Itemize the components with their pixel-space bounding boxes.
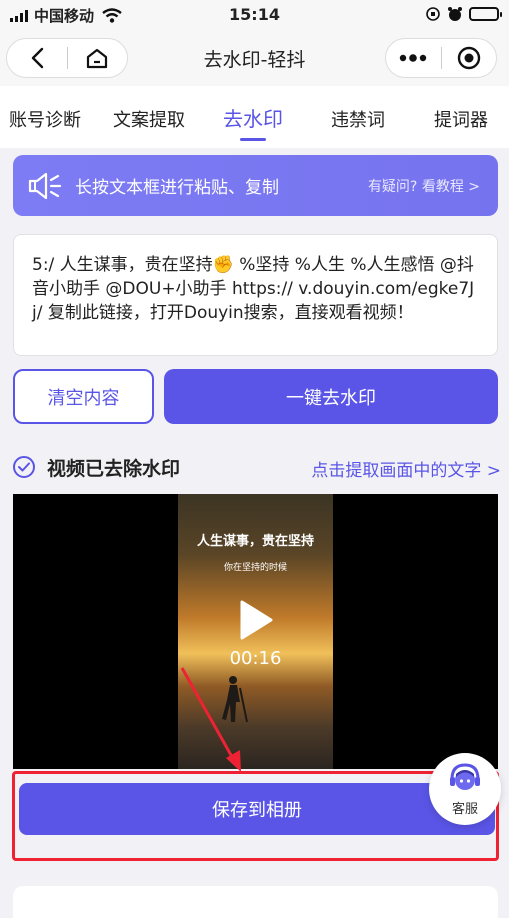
video-caption: 人生谋事，贵在坚持 [196,534,314,549]
tab-banned-words[interactable]: 违禁词 [331,106,385,132]
nav-capsule-right [385,38,497,78]
more-button[interactable] [386,39,441,77]
support-agent-icon [450,762,480,790]
megaphone-icon [28,172,62,199]
target-circle-icon [457,46,480,70]
result-header: 视频已去除水印 点击提取画面中的文字 > [13,450,501,484]
video-player[interactable]: 人生谋事，贵在坚持 你在坚持的时候 00:16 [13,494,498,769]
tab-teleprompter[interactable]: 提词器 [434,106,488,132]
orientation-lock-icon [426,7,440,21]
customer-service-button[interactable]: 客服 [429,753,501,825]
status-bar: 中国移动 15:14 [0,0,509,30]
check-circle-icon [13,456,35,478]
play-icon [240,600,272,640]
banner-text: 长按文本框进行粘贴、复制 [75,178,279,198]
tab-account-diagnosis[interactable]: 账号诊断 [9,106,81,132]
tab-remove-watermark[interactable]: 去水印 [223,103,283,132]
nav-bar: 去水印-轻抖 [0,30,509,86]
annotation-arrow [180,667,241,772]
save-to-album-button[interactable]: 保存到相册 [19,783,495,835]
close-miniapp-button[interactable] [442,39,497,77]
play-button[interactable] [178,599,333,641]
tab-copy-extract[interactable]: 文案提取 [113,106,185,132]
tip-banner[interactable]: 长按文本框进行粘贴、复制 有疑问? 看教程 > [13,155,498,216]
result-status: 视频已去除水印 [47,457,181,480]
alarm-icon [448,7,462,21]
tab-bar: 账号诊断 文案提取 去水印 违禁词 提词器 [0,86,509,148]
more-dots-icon [400,54,427,62]
clear-button[interactable]: 清空内容 [13,369,154,424]
active-tab-indicator [240,138,266,141]
video-subcaption: 你在坚持的时候 [223,563,287,573]
tutorial-link[interactable]: 有疑问? 看教程 > [368,176,480,196]
battery-icon [469,7,502,21]
bottom-card [13,886,498,918]
link-input[interactable]: 5:/ 人生谋事，贵在坚持✊ %坚持 %人生 %人生感悟 @抖音小助手 @DOU… [13,234,498,356]
customer-service-label: 客服 [451,801,478,817]
extract-text-link[interactable]: 点击提取画面中的文字 > [311,456,501,481]
remove-watermark-button[interactable]: 一键去水印 [164,369,498,424]
